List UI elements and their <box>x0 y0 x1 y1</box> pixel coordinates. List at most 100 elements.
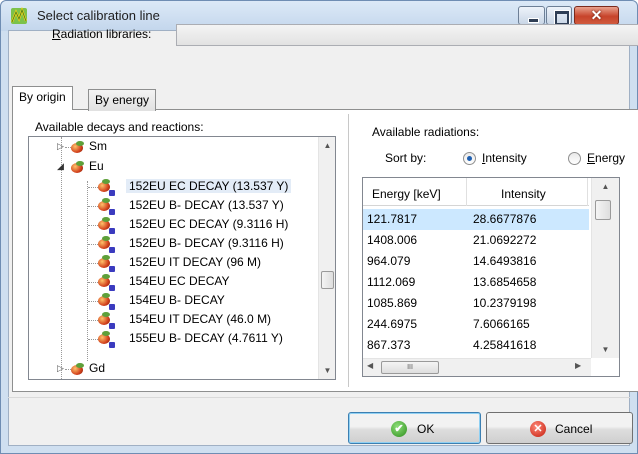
table-row[interactable]: 964.079 14.6493816 <box>363 251 589 272</box>
intensity-cell: 4.25841618 <box>473 338 537 352</box>
scroll-thumb[interactable] <box>595 200 611 220</box>
radio-selected-icon <box>463 152 476 165</box>
scroll-down-icon[interactable]: ▼ <box>592 341 619 358</box>
decay-icon <box>97 236 115 253</box>
scroll-thumb[interactable]: III <box>381 361 439 374</box>
energy-cell: 1085.869 <box>367 296 418 310</box>
minimize-icon <box>519 7 544 24</box>
expand-icon[interactable]: ▷ <box>57 141 64 152</box>
column-header-energy[interactable]: Energy [keV] <box>372 187 441 201</box>
element-icon <box>71 161 85 173</box>
sort-energy-label: Energy <box>587 151 626 165</box>
element-icon <box>71 363 85 375</box>
decay-icon <box>97 312 115 329</box>
close-button[interactable]: ✕ <box>574 6 619 25</box>
energy-cell: 1112.069 <box>367 275 416 289</box>
intensity-cell: 10.2379198 <box>473 296 537 310</box>
tree-node-label: Gd <box>89 361 106 375</box>
energy-cell: 964.079 <box>367 254 411 268</box>
sort-by-label: Sort by: <box>385 151 427 165</box>
tree-node-eu[interactable]: ◢ Eu <box>29 157 309 176</box>
column-divider[interactable] <box>587 178 588 206</box>
cancel-icon: ✕ <box>530 421 546 437</box>
grid-header: Energy [keV] Intensity <box>363 178 589 206</box>
tree-node-label: 152EU B- DECAY (9.3116 H) <box>129 236 284 250</box>
intensity-cell: 7.6066165 <box>473 317 530 331</box>
energy-cell: 121.7817 <box>367 212 418 226</box>
scroll-thumb[interactable] <box>321 271 334 289</box>
decay-icon <box>97 217 115 234</box>
radiation-libraries-combo[interactable] <box>176 24 638 46</box>
scroll-up-icon[interactable]: ▲ <box>319 137 335 154</box>
table-row[interactable]: 1408.006 21.0692272 <box>363 230 589 251</box>
scroll-up-icon[interactable]: ▲ <box>592 178 619 195</box>
decay-icon <box>97 198 115 215</box>
intensity-cell: 28.6677876 <box>473 212 537 226</box>
checkmark-icon: ✔ <box>391 421 407 437</box>
table-row[interactable]: 121.7817 28.6677876 <box>363 209 589 230</box>
radiation-libraries-label: Radiation libraries: <box>52 27 152 41</box>
tree-node-gd[interactable]: ▷ Gd <box>29 359 309 378</box>
grid-vertical-scrollbar[interactable]: ▲ ▼ <box>591 178 619 358</box>
maximize-button[interactable] <box>546 6 572 26</box>
column-header-intensity[interactable]: Intensity <box>501 187 546 201</box>
panel-splitter[interactable] <box>348 114 349 387</box>
tree-node-decay[interactable]: 152EU B- DECAY (9.3116 H) <box>29 234 309 253</box>
table-row[interactable]: 244.6975 7.6066165 <box>363 314 589 335</box>
column-divider[interactable] <box>466 178 467 206</box>
sort-intensity-label: Intensity <box>482 151 527 165</box>
decay-icon <box>97 293 115 310</box>
tree-node-decay[interactable]: 152EU EC DECAY (13.537 Y) <box>29 177 309 196</box>
decay-tree[interactable]: ▷ Sm ◢ Eu 152EU EC DECAY (13.537 Y) 152E… <box>28 136 336 380</box>
grid-horizontal-scrollbar[interactable]: ◀ III ▶ <box>363 358 591 376</box>
tree-node-label: Eu <box>89 159 104 173</box>
decay-icon <box>97 274 115 291</box>
cancel-button-label: Cancel <box>555 422 593 436</box>
expand-icon[interactable]: ▷ <box>57 363 64 374</box>
tree-node-decay[interactable]: 154EU B- DECAY <box>29 291 309 310</box>
tree-node-decay[interactable]: 154EU IT DECAY (46.0 M) <box>29 310 309 329</box>
tree-node-decay[interactable]: 155EU B- DECAY (4.7611 Y) <box>29 329 309 348</box>
tree-node-decay[interactable]: 154EU EC DECAY <box>29 272 309 291</box>
tree-node-label: 152EU EC DECAY (9.3116 H) <box>129 217 289 231</box>
available-decays-label: Available decays and reactions: <box>35 120 204 134</box>
decay-icon <box>97 331 115 348</box>
radiations-grid[interactable]: Energy [keV] Intensity 121.7817 28.66778… <box>362 177 620 377</box>
tab-by-origin[interactable]: By origin <box>12 86 73 110</box>
tree-node-label: 155EU B- DECAY (4.7611 Y) <box>129 331 283 345</box>
minimize-button[interactable] <box>518 6 545 25</box>
scroll-left-icon[interactable]: ◀ <box>367 361 373 370</box>
ok-button[interactable]: ✔ OK <box>348 412 481 444</box>
close-icon: ✕ <box>590 7 603 23</box>
energy-cell: 1408.006 <box>367 233 418 247</box>
tree-node-decay[interactable]: 152EU IT DECAY (96 M) <box>29 253 309 272</box>
maximize-icon <box>547 7 571 26</box>
radio-unselected-icon <box>568 152 581 165</box>
tree-node-decay[interactable]: 152EU B- DECAY (13.537 Y) <box>29 196 309 215</box>
intensity-cell: 13.6854658 <box>473 275 537 289</box>
tree-node-label: 152EU EC DECAY (13.537 Y) <box>126 179 292 193</box>
table-row[interactable]: 1085.869 10.2379198 <box>363 293 589 314</box>
ok-button-label: OK <box>417 422 435 436</box>
scroll-right-icon[interactable]: ▶ <box>575 361 581 370</box>
decay-tree-vertical-scrollbar[interactable]: ▲ ▼ <box>318 137 335 379</box>
tree-node-label: 152EU B- DECAY (13.537 Y) <box>129 198 284 212</box>
tree-node-label: 154EU EC DECAY <box>129 274 230 288</box>
tree-node-label: 154EU B- DECAY <box>129 293 225 307</box>
table-row[interactable]: 1112.069 13.6854658 <box>363 272 589 293</box>
cancel-button[interactable]: ✕ Cancel <box>486 412 633 444</box>
energy-cell: 244.6975 <box>367 317 418 331</box>
tree-node-sm[interactable]: ▷ Sm <box>29 137 309 156</box>
decay-icon <box>97 255 115 272</box>
collapse-icon[interactable]: ◢ <box>57 161 64 172</box>
footer-divider <box>8 397 630 398</box>
tab-by-energy[interactable]: By energy <box>88 89 157 111</box>
table-row[interactable]: 867.373 4.25841618 <box>363 335 589 356</box>
scroll-down-icon[interactable]: ▼ <box>319 362 335 379</box>
intensity-cell: 21.0692272 <box>473 233 537 247</box>
app-icon <box>10 7 28 24</box>
tree-node-label: 154EU IT DECAY (46.0 M) <box>129 312 272 326</box>
available-radiations-label: Available radiations: <box>372 125 480 139</box>
energy-cell: 867.373 <box>367 338 411 352</box>
tree-node-decay[interactable]: 152EU EC DECAY (9.3116 H) <box>29 215 309 234</box>
